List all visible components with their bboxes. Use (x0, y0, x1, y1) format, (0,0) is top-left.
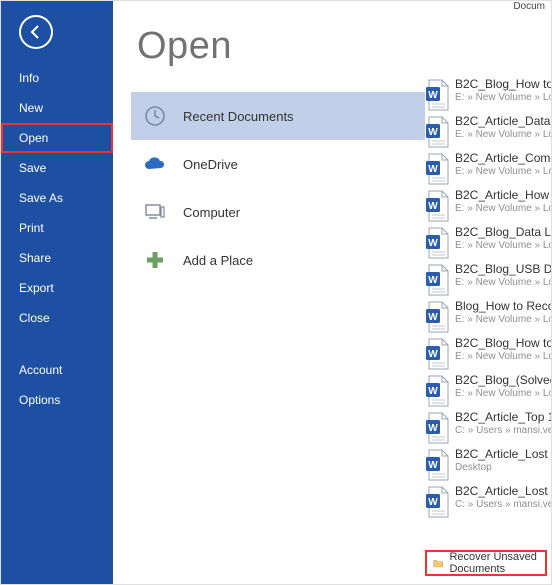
file-path: E: » New Volume » Local Dis (455, 277, 551, 288)
file-name: B2C_Blog_Data Loss Is (455, 225, 551, 239)
file-path: E: » New Volume » Local Dis (455, 351, 551, 362)
recent-documents-list: WB2C_Blog_How to FixE: » New Volume » Lo… (425, 77, 551, 542)
location-add-a-place[interactable]: Add a Place (131, 236, 425, 284)
back-arrow-icon (28, 24, 44, 40)
file-menu-sidebar: InfoNewOpenSaveSave AsPrintShareExportCl… (1, 1, 113, 584)
sidebar-item-open[interactable]: Open (1, 123, 113, 153)
location-label: Recent Documents (183, 109, 294, 124)
svg-text:W: W (428, 90, 438, 101)
recent-file-item[interactable]: W B2C_Blog_USB Drive FE: » New Volume » L… (425, 262, 551, 296)
word-document-icon: W (425, 412, 449, 444)
file-name: B2C_Article_Data Loss (455, 114, 551, 128)
sidebar-item-print[interactable]: Print (1, 213, 113, 243)
file-path: C: » Users » mansi.verma » (455, 499, 551, 510)
window-title: Docum (513, 1, 545, 12)
file-name: B2C_Blog_(Solved) Err (455, 373, 551, 387)
svg-text:W: W (428, 275, 438, 286)
svg-text:W: W (428, 349, 438, 360)
svg-text:W: W (428, 312, 438, 323)
word-document-icon: W (425, 449, 449, 481)
cloud-icon (141, 156, 169, 172)
file-name: B2C_Article_How to Fi (455, 188, 551, 202)
open-panel: Open Recent Documents OneDrive Computer Add… (113, 1, 425, 584)
file-name: B2C_Blog_USB Drive F (455, 262, 551, 276)
word-document-icon: W (425, 375, 449, 407)
word-document-icon: W (425, 338, 449, 370)
word-document-icon: W (425, 301, 449, 333)
file-path: E: » New Volume » Local Dis (455, 388, 551, 399)
word-document-icon: W (425, 486, 449, 518)
recent-file-item[interactable]: W B2C_Article_CommomE: » New Volume » Loc… (425, 151, 551, 185)
svg-text:W: W (428, 386, 438, 397)
back-button[interactable] (19, 15, 53, 49)
location-label: OneDrive (183, 157, 238, 172)
file-name: B2C_Blog_How to Fix (455, 77, 551, 91)
clock-icon (141, 105, 169, 127)
recent-file-item[interactable]: W Blog_How to RecoverE: » New Volume » Lo… (425, 299, 551, 333)
sidebar-item-options[interactable]: Options (1, 385, 113, 415)
sidebar-item-new[interactable]: New (1, 93, 113, 123)
word-document-icon: W (425, 116, 449, 148)
svg-text:W: W (428, 201, 438, 212)
location-label: Computer (183, 205, 240, 220)
folder-icon (433, 556, 443, 570)
recent-file-item[interactable]: W B2C_Article_Lost DataC: » Users » mansi… (425, 484, 551, 518)
file-path: E: » New Volume » Local Dis (455, 129, 551, 140)
svg-text:W: W (428, 164, 438, 175)
sidebar-item-account[interactable]: Account (1, 355, 113, 385)
file-path: E: » New Volume » Local Dis (455, 314, 551, 325)
recent-file-item[interactable]: W B2C_Article_Lost DataDesktop (425, 447, 551, 481)
svg-text:W: W (428, 460, 438, 471)
file-path: E: » New Volume » Local Dis (455, 203, 551, 214)
computer-icon (141, 203, 169, 221)
recent-file-item[interactable]: W B2C_Article_Top 10 FrC: » Users » mansi… (425, 410, 551, 444)
plus-icon (141, 250, 169, 270)
recent-file-item[interactable]: W B2C_Blog_How to recoE: » New Volume » L… (425, 336, 551, 370)
file-path: E: » New Volume » Local Dis (455, 240, 551, 251)
svg-text:W: W (428, 497, 438, 508)
file-path: C: » Users » mansi.verma » (455, 425, 551, 436)
file-name: B2C_Article_Lost Data (455, 484, 551, 498)
file-name: Blog_How to Recover (455, 299, 551, 313)
sidebar-item-save[interactable]: Save (1, 153, 113, 183)
word-document-icon: W (425, 190, 449, 222)
location-onedrive[interactable]: OneDrive (131, 140, 425, 188)
recover-unsaved-label: Recover Unsaved Documents (449, 551, 545, 575)
file-name: B2C_Article_Commom (455, 151, 551, 165)
sidebar-item-export[interactable]: Export (1, 273, 113, 303)
file-path: Desktop (455, 462, 551, 473)
svg-text:W: W (428, 127, 438, 138)
file-name: B2C_Article_Lost Data (455, 447, 551, 461)
sidebar-item-info[interactable]: Info (1, 63, 113, 93)
recent-file-item[interactable]: W B2C_Blog_Data Loss IsE: » New Volume » … (425, 225, 551, 259)
file-name: B2C_Blog_How to reco (455, 336, 551, 350)
location-label: Add a Place (183, 253, 253, 268)
recent-file-item[interactable]: W B2C_Article_How to FiE: » New Volume » … (425, 188, 551, 222)
recent-file-item[interactable]: W B2C_Blog_How to FixE: » New Volume » Lo… (425, 77, 551, 111)
sidebar-item-share[interactable]: Share (1, 243, 113, 273)
word-document-icon: W (425, 79, 449, 111)
recover-unsaved-button[interactable]: Recover Unsaved Documents (425, 550, 547, 576)
word-document-icon: W (425, 153, 449, 185)
svg-text:W: W (428, 423, 438, 434)
sidebar-item-close[interactable]: Close (1, 303, 113, 333)
word-document-icon: W (425, 227, 449, 259)
location-recent-documents[interactable]: Recent Documents (131, 92, 425, 140)
file-name: B2C_Article_Top 10 Fr (455, 410, 551, 424)
file-path: E: » New Volume » Local Dis (455, 166, 551, 177)
svg-text:W: W (428, 238, 438, 249)
sidebar-item-save-as[interactable]: Save As (1, 183, 113, 213)
page-title: Open (137, 25, 425, 68)
location-computer[interactable]: Computer (131, 188, 425, 236)
word-document-icon: W (425, 264, 449, 296)
file-path: E: » New Volume » Local Dis (455, 92, 551, 103)
recent-file-item[interactable]: W B2C_Blog_(Solved) ErrE: » New Volume » … (425, 373, 551, 407)
recent-file-item[interactable]: W B2C_Article_Data LossE: » New Volume » … (425, 114, 551, 148)
